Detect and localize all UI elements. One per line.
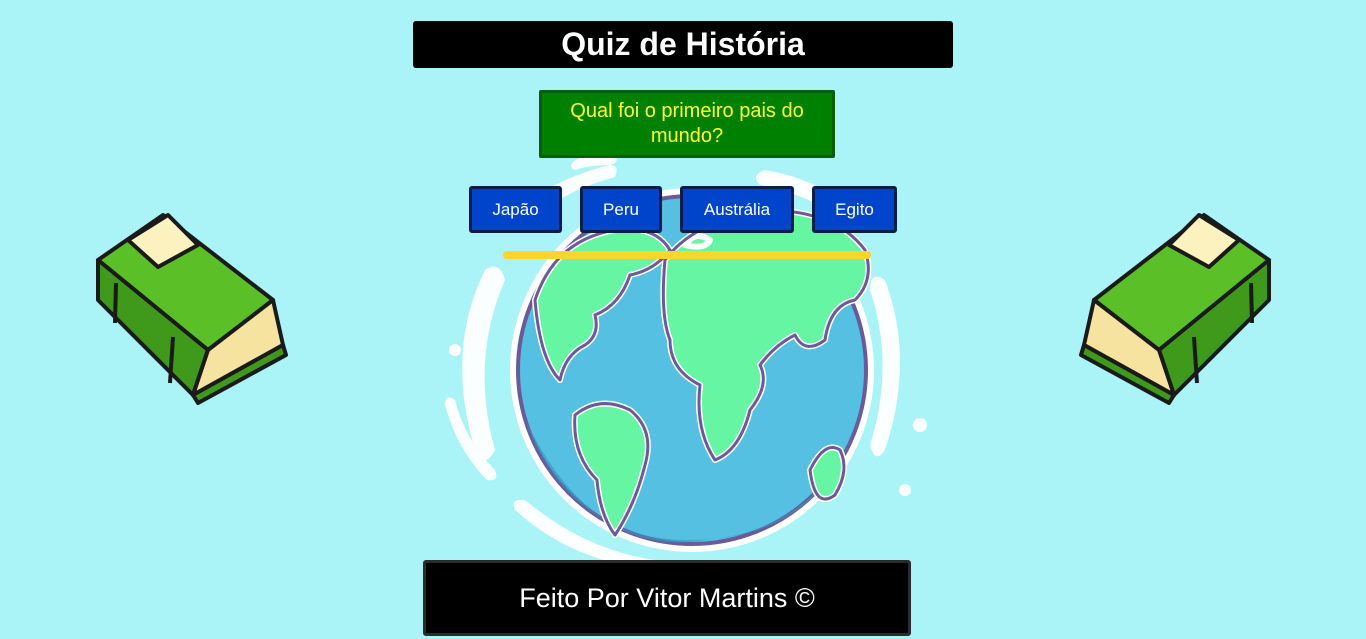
answer-button-peru[interactable]: Peru — [580, 186, 662, 233]
book-icon — [96, 213, 288, 405]
book-icon — [1079, 213, 1271, 405]
question-text: Qual foi o primeiro pais do mundo? — [539, 90, 835, 158]
quiz-page: Quiz de História Qual foi o primeiro pai… — [0, 0, 1366, 639]
progress-bar-fill — [503, 251, 871, 259]
answer-button-egito[interactable]: Egito — [812, 186, 897, 233]
footer-credit: Feito Por Vitor Martins © — [423, 560, 911, 636]
page-title: Quiz de História — [413, 21, 953, 68]
progress-bar — [503, 251, 871, 259]
answer-button-australia[interactable]: Austrália — [680, 186, 794, 233]
answer-button-japao[interactable]: Japão — [469, 186, 562, 233]
